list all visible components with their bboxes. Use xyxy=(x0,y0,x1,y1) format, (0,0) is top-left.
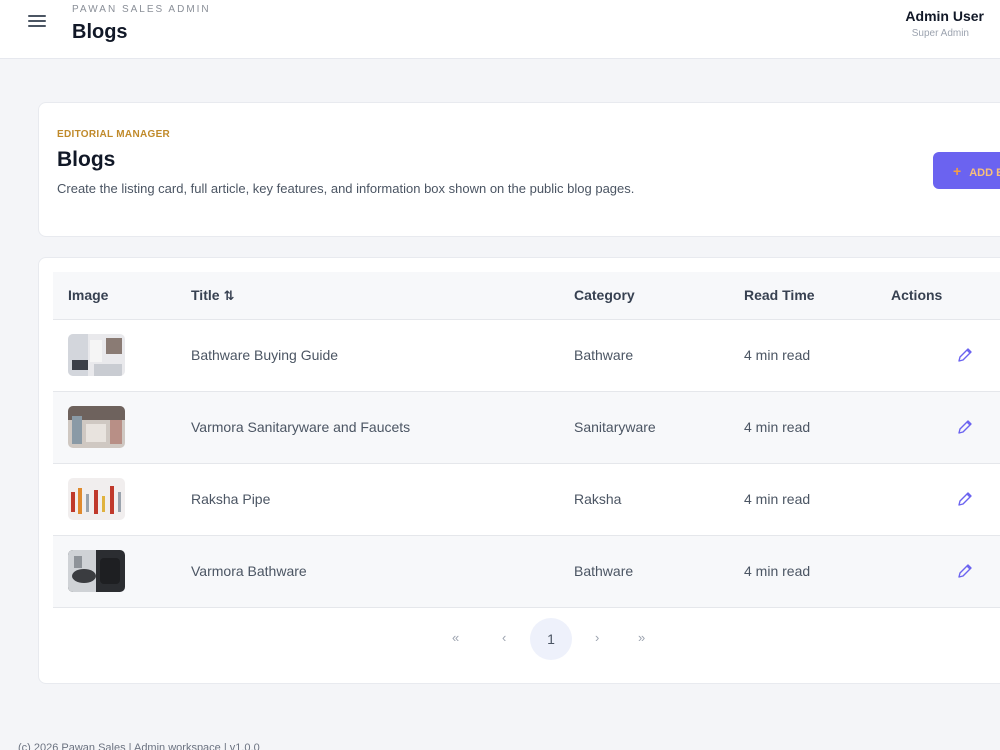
section-description: Create the listing card, full article, k… xyxy=(57,181,635,196)
edit-pencil-icon[interactable] xyxy=(956,346,974,364)
blog-category: Bathware xyxy=(574,563,634,579)
blog-title[interactable]: Varmora Bathware xyxy=(191,563,307,579)
blog-read-time: 4 min read xyxy=(744,563,811,579)
last-page-button[interactable]: » xyxy=(638,630,645,645)
previous-page-button[interactable]: ‹ xyxy=(502,630,506,645)
app-kicker: PAWAN SALES ADMIN xyxy=(72,4,211,15)
column-header-actions: Actions xyxy=(891,287,943,303)
footer-text: (c) 2026 Pawan Sales | Admin workspace |… xyxy=(18,742,260,750)
blog-category: Bathware xyxy=(574,347,634,363)
next-page-button[interactable]: › xyxy=(595,630,599,645)
current-page-button[interactable]: 1 xyxy=(530,618,572,660)
blog-category: Sanitaryware xyxy=(574,419,656,435)
blog-thumbnail xyxy=(68,478,125,520)
table-row: Varmora Bathware Bathware 4 min read xyxy=(53,536,1000,608)
top-bar: PAWAN SALES ADMIN Blogs Admin User Super… xyxy=(0,0,1000,59)
column-header-title[interactable]: Title ⇅ xyxy=(191,287,234,304)
column-header-category: Category xyxy=(574,287,635,303)
user-name[interactable]: Admin User xyxy=(905,8,984,24)
sort-icon[interactable]: ⇅ xyxy=(224,288,235,304)
blog-thumbnail xyxy=(68,406,125,448)
table-header: Image Title ⇅ Category Read Time Actions xyxy=(53,272,1000,320)
blog-thumbnail xyxy=(68,334,125,376)
table-row: Bathware Buying Guide Bathware 4 min rea… xyxy=(53,320,1000,392)
blogs-table-card: Image Title ⇅ Category Read Time Actions … xyxy=(38,257,1000,684)
section-kicker: EDITORIAL MANAGER xyxy=(57,129,171,140)
column-header-read-time: Read Time xyxy=(744,287,815,303)
blog-thumbnail xyxy=(68,550,125,592)
table-row: Raksha Pipe Raksha 4 min read xyxy=(53,464,1000,536)
blog-read-time: 4 min read xyxy=(744,347,811,363)
edit-pencil-icon[interactable] xyxy=(956,562,974,580)
add-blog-label: ADD BLOG xyxy=(969,167,1000,179)
first-page-button[interactable]: « xyxy=(452,630,459,645)
section-title: Blogs xyxy=(57,148,116,171)
header-card: EDITORIAL MANAGER Blogs Create the listi… xyxy=(38,102,1000,237)
pagination: « ‹ 1 › » xyxy=(39,618,1000,660)
column-header-title-label: Title xyxy=(191,287,220,303)
blog-title[interactable]: Bathware Buying Guide xyxy=(191,347,338,363)
user-role: Super Admin xyxy=(911,28,969,39)
edit-pencil-icon[interactable] xyxy=(956,418,974,436)
column-header-image: Image xyxy=(68,287,109,303)
blog-title[interactable]: Varmora Sanitaryware and Faucets xyxy=(191,419,410,435)
plus-icon: + xyxy=(953,163,962,179)
edit-pencil-icon[interactable] xyxy=(956,490,974,508)
blog-read-time: 4 min read xyxy=(744,491,811,507)
blog-category: Raksha xyxy=(574,491,622,507)
blog-read-time: 4 min read xyxy=(744,419,811,435)
blog-title[interactable]: Raksha Pipe xyxy=(191,491,270,507)
add-blog-button[interactable]: + ADD BLOG xyxy=(933,152,1000,189)
menu-icon[interactable] xyxy=(28,13,46,29)
page-title: Blogs xyxy=(72,21,128,43)
table-row: Varmora Sanitaryware and Faucets Sanitar… xyxy=(53,392,1000,464)
